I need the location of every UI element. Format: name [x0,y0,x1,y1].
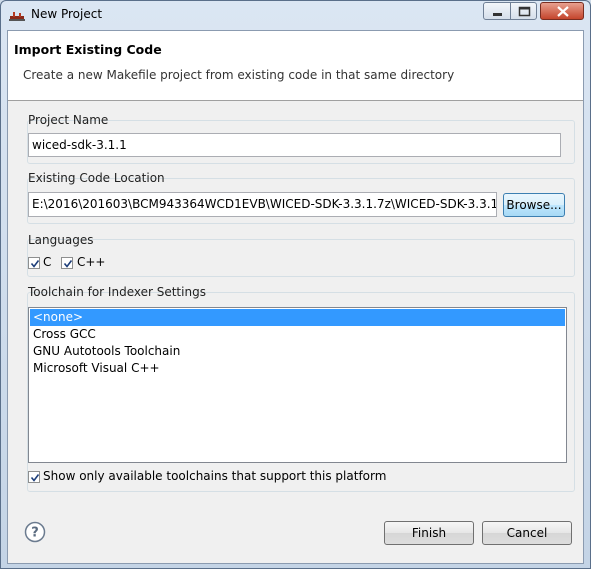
maximize-icon [518,6,531,17]
toolchain-item-msvc[interactable]: Microsoft Visual C++ [30,360,565,377]
toolchain-item-cross-gcc[interactable]: Cross GCC [30,326,565,343]
language-cpp-checkbox[interactable] [61,257,73,269]
project-name-input[interactable]: wiced-sdk-3.1.1 [28,133,561,157]
code-location-label: Existing Code Location [28,171,165,185]
code-location-input[interactable]: E:\2016\201603\BCM943364WCD1EVB\WICED-SD… [28,192,497,217]
svg-text:?: ? [31,526,39,541]
show-only-toolchains-checkbox[interactable] [28,471,40,483]
finish-button[interactable]: Finish [384,521,474,545]
dialog-body: Import Existing Code Create a new Makefi… [7,30,584,564]
language-c-label: C [43,255,52,269]
language-c-checkbox[interactable] [28,257,40,269]
window-title: New Project [31,7,103,21]
languages-label: Languages [28,233,94,247]
wizard-header: Import Existing Code Create a new Makefi… [8,31,583,101]
new-project-window: New Project Import Existing Code Create … [0,0,591,569]
maximize-button[interactable] [510,2,537,20]
project-name-label: Project Name [28,113,109,127]
checkmark-icon [30,260,40,268]
page-description: Create a new Makefile project from exist… [23,68,455,82]
checkmark-icon [63,260,73,268]
page-title: Import Existing Code [14,42,162,57]
minimize-icon [493,13,502,16]
language-cpp-label: C++ [77,255,106,269]
title-bar[interactable]: New Project [1,1,590,29]
new-project-icon [9,10,25,22]
question-mark-icon[interactable]: ? [24,521,46,543]
close-button[interactable] [540,2,584,20]
checkmark-icon [30,474,40,482]
languages-group [27,239,575,277]
toolchain-list[interactable]: <none> Cross GCC GNU Autotools Toolchain… [28,307,567,463]
toolchain-label: Toolchain for Indexer Settings [28,285,206,299]
cancel-button[interactable]: Cancel [482,521,572,545]
toolchain-item-none[interactable]: <none> [30,309,565,326]
toolchain-item-gnu-autotools[interactable]: GNU Autotools Toolchain [30,343,565,360]
show-only-toolchains-label: Show only available toolchains that supp… [43,469,387,483]
browse-button[interactable]: Browse... [503,193,565,217]
minimize-button[interactable] [483,2,511,20]
close-icon [557,6,569,17]
